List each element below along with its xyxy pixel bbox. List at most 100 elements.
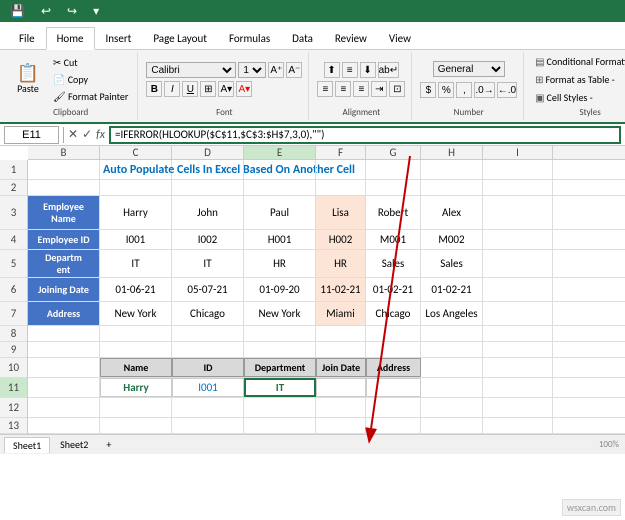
cell-c1[interactable]: Auto Populate Cells In Excel Based On An… (100, 160, 172, 179)
align-center-button[interactable]: ≡ (335, 81, 351, 97)
cell-reference-box[interactable] (4, 126, 59, 144)
tab-review[interactable]: Review (324, 27, 378, 49)
redo-button[interactable]: ↪ (63, 3, 81, 19)
col-header-h[interactable]: H (421, 146, 483, 159)
save-button[interactable]: 💾 (6, 3, 29, 19)
cell-f1[interactable] (316, 160, 366, 179)
cell-d3[interactable]: John (172, 196, 244, 229)
cell-c4[interactable]: I001 (100, 230, 172, 249)
cell-d7[interactable]: Chicago (172, 302, 244, 325)
cell-b3-header[interactable]: EmployeeName (28, 196, 100, 229)
cell-g11[interactable] (366, 378, 421, 397)
cell-h13[interactable] (421, 418, 483, 434)
text-direction-button[interactable]: ab↵ (378, 62, 400, 78)
confirm-formula-icon[interactable]: ✓ (82, 127, 92, 142)
cell-h1[interactable] (421, 160, 483, 179)
decrease-font-button[interactable]: A⁻ (286, 62, 302, 78)
cell-g3[interactable]: Robert (366, 196, 421, 229)
cell-f12[interactable] (316, 398, 366, 417)
cell-f3[interactable]: Lisa (316, 196, 366, 229)
font-name-select[interactable]: Calibri (146, 62, 236, 78)
fill-color-button[interactable]: A▾ (218, 81, 234, 97)
conditional-formatting-button[interactable]: ▤ Conditional Formatting - (532, 54, 625, 69)
cell-g12[interactable] (366, 398, 421, 417)
cell-g5[interactable]: Sales (366, 250, 421, 277)
tab-file[interactable]: File (8, 27, 46, 49)
col-header-b[interactable]: B (28, 146, 100, 159)
row-header-5[interactable]: 5 (0, 250, 27, 278)
cell-i3[interactable] (483, 196, 553, 229)
cell-d11[interactable]: I001 (172, 378, 244, 397)
number-format-select[interactable]: General (433, 61, 505, 77)
bold-button[interactable]: B (146, 81, 162, 97)
cell-f10-header[interactable]: Join Date (316, 358, 366, 377)
cell-e11-selected[interactable]: IT (244, 378, 316, 397)
cell-e10-header[interactable]: Department (244, 358, 316, 377)
align-left-button[interactable]: ≡ (317, 81, 333, 97)
row-header-12[interactable]: 12 (0, 398, 27, 418)
row-header-9[interactable]: 9 (0, 342, 27, 358)
cell-h12[interactable] (421, 398, 483, 417)
cell-h10[interactable] (421, 358, 483, 377)
cell-c10-header[interactable]: Name (100, 358, 172, 377)
paste-button[interactable]: 📋 Paste (10, 62, 46, 97)
customize-button[interactable]: ▾ (89, 3, 103, 19)
cell-d1[interactable] (172, 160, 244, 179)
tab-data[interactable]: Data (281, 27, 324, 49)
cell-d4[interactable]: I002 (172, 230, 244, 249)
cell-h6[interactable]: 01-02-21 (421, 278, 483, 301)
cell-i12[interactable] (483, 398, 553, 417)
cell-c6[interactable]: 01-06-21 (100, 278, 172, 301)
italic-button[interactable]: I (164, 81, 180, 97)
cell-f11[interactable] (316, 378, 366, 397)
cell-c3[interactable]: Harry (100, 196, 172, 229)
cell-d6[interactable]: 05-07-21 (172, 278, 244, 301)
comma-button[interactable]: , (456, 82, 472, 98)
tab-formulas[interactable]: Formulas (218, 27, 281, 49)
cell-b11[interactable] (28, 378, 100, 397)
copy-button[interactable]: 📄 Copy (50, 72, 131, 87)
cell-c7[interactable]: New York (100, 302, 172, 325)
cell-d13[interactable] (172, 418, 244, 434)
decrease-decimal-button[interactable]: ←.0 (497, 82, 517, 98)
currency-button[interactable]: $ (420, 82, 436, 98)
cell-b12[interactable] (28, 398, 100, 417)
insert-function-icon[interactable]: fx (96, 128, 105, 142)
col-header-f[interactable]: F (316, 146, 366, 159)
cell-h4[interactable]: M002 (421, 230, 483, 249)
tab-view[interactable]: View (378, 27, 422, 49)
tab-insert[interactable]: Insert (95, 27, 143, 49)
cell-f7[interactable]: Miami (316, 302, 366, 325)
format-painter-button[interactable]: 🖌 Format Painter (50, 89, 131, 104)
cell-e3[interactable]: Paul (244, 196, 316, 229)
cell-d12[interactable] (172, 398, 244, 417)
formula-input[interactable] (109, 126, 621, 144)
cell-h3[interactable]: Alex (421, 196, 483, 229)
cell-f6[interactable]: 11-02-21 (316, 278, 366, 301)
sheet-tab-2[interactable]: Sheet2 (52, 437, 96, 452)
sheet-tab-add[interactable]: + (98, 437, 119, 452)
cell-g7[interactable]: Chicago (366, 302, 421, 325)
cell-g10-header[interactable]: Address (366, 358, 421, 377)
tab-page-layout[interactable]: Page Layout (142, 27, 218, 49)
row-header-11[interactable]: 11 (0, 378, 27, 398)
cell-c5[interactable]: IT (100, 250, 172, 277)
align-bottom-button[interactable]: ⬇ (360, 62, 376, 78)
cell-d10-header[interactable]: ID (172, 358, 244, 377)
border-button[interactable]: ⊞ (200, 81, 216, 97)
cell-i5[interactable] (483, 250, 553, 277)
row-header-3[interactable]: 3 (0, 196, 27, 230)
cell-e12[interactable] (244, 398, 316, 417)
cell-c11[interactable]: Harry (100, 378, 172, 397)
sheet-tab-1[interactable]: Sheet1 (4, 437, 50, 453)
cell-d5[interactable]: IT (172, 250, 244, 277)
cell-g13[interactable] (366, 418, 421, 434)
undo-button[interactable]: ↩ (37, 3, 55, 19)
row-header-13[interactable]: 13 (0, 418, 27, 434)
row-header-8[interactable]: 8 (0, 326, 27, 342)
cell-f5[interactable]: HR (316, 250, 366, 277)
row-header-1[interactable]: 1 (0, 160, 27, 180)
cell-styles-button[interactable]: ▣ Cell Styles - (532, 90, 596, 105)
cell-b13[interactable] (28, 418, 100, 434)
col-header-i[interactable]: I (483, 146, 553, 159)
